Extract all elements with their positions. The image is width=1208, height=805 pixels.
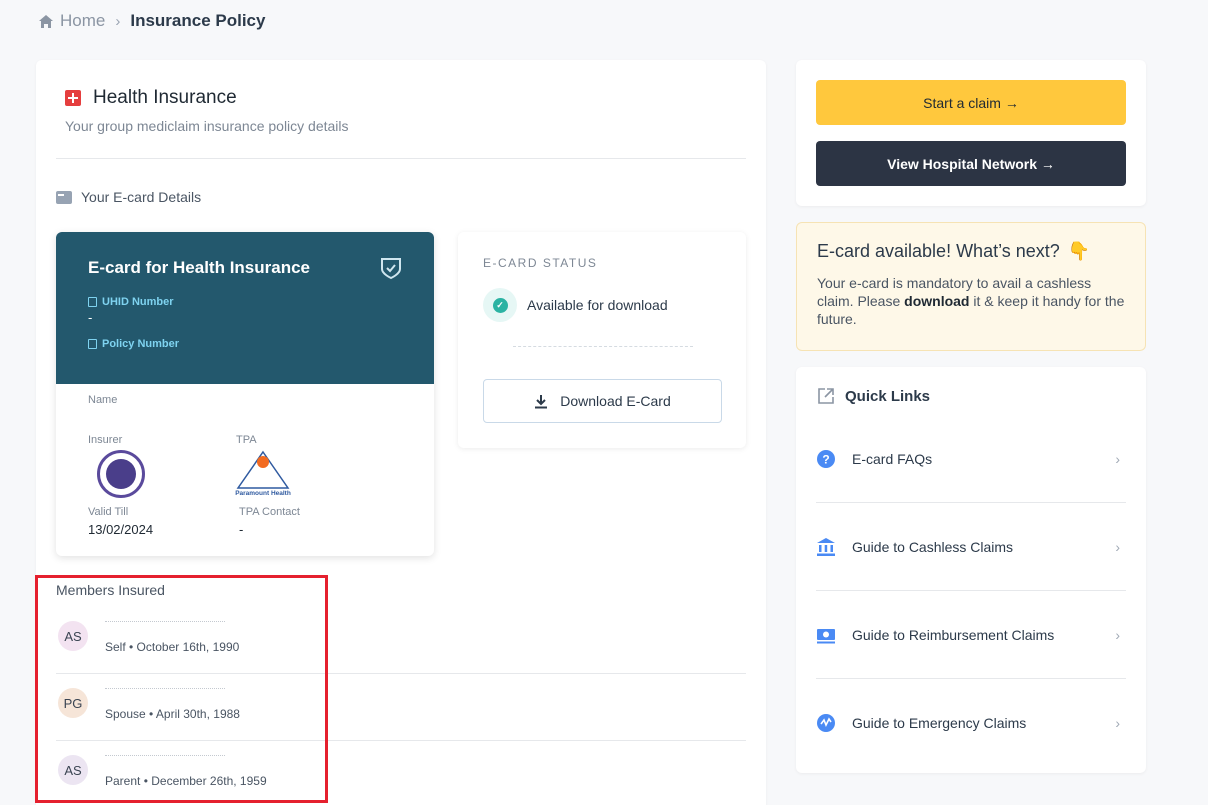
- tpa-label: TPA: [236, 434, 257, 446]
- copy-icon[interactable]: [88, 339, 97, 349]
- quick-link-label: Guide to Cashless Claims: [852, 538, 1014, 555]
- quick-link-label: Guide to Emergency Claims: [852, 715, 1027, 731]
- check-circle-icon: ✓: [483, 288, 517, 322]
- valid-till-label: Valid Till: [88, 506, 129, 518]
- policy-title: Health Insurance: [93, 87, 237, 108]
- status-text: Available for download: [527, 297, 668, 313]
- dashed-divider: [513, 346, 693, 347]
- tpa-contact-value: -: [239, 522, 244, 537]
- chevron-right-icon: ›: [1115, 715, 1120, 731]
- divider: [56, 158, 746, 159]
- svg-text:Paramount Health: Paramount Health: [235, 490, 291, 497]
- quick-link-reimbursement-claims[interactable]: Guide to Reimbursement Claims ›: [816, 591, 1126, 679]
- ecard-header: E-card for Health Insurance UHID Number …: [56, 232, 434, 384]
- chevron-right-icon: ›: [1115, 538, 1120, 555]
- avatar: AS: [58, 621, 88, 651]
- quick-link-emergency-claims[interactable]: Guide to Emergency Claims ›: [816, 679, 1126, 767]
- ecard-body: Name Insurer TPA Paramount Health Valid …: [56, 384, 434, 556]
- member-row[interactable]: PG Spouse • April 30th, 1988: [56, 674, 746, 741]
- cash-icon: [816, 625, 836, 645]
- breadcrumb-current: Insurance Policy: [130, 11, 266, 30]
- external-link-icon: [818, 388, 834, 404]
- breadcrumb-home-link[interactable]: Home: [38, 11, 105, 31]
- tpa-logo: Paramount Health: [235, 450, 291, 497]
- member-name: [105, 688, 225, 690]
- policy-card: Health Insurance Your group mediclaim in…: [36, 60, 766, 805]
- policy-number-value: [88, 352, 402, 366]
- bank-icon: [816, 537, 836, 557]
- policy-number-label-row: Policy Number: [88, 338, 402, 350]
- ecard-status-card: E-CARD STATUS ✓ Available for download D…: [458, 232, 746, 448]
- emergency-icon: [816, 713, 836, 733]
- members-title: Members Insured: [56, 582, 165, 598]
- question-icon: ?: [816, 449, 836, 469]
- actions-card: Start a claim → View Hospital Network →: [796, 60, 1146, 206]
- tpa-contact-label: TPA Contact: [239, 506, 300, 518]
- member-row[interactable]: AS Parent • December 26th, 1959: [56, 741, 746, 805]
- pointing-down-icon: 👇: [1067, 241, 1091, 261]
- download-ecard-button[interactable]: Download E-Card: [483, 379, 722, 423]
- chevron-right-icon: ›: [1115, 626, 1120, 643]
- member-name: [105, 755, 225, 757]
- status-label: E-CARD STATUS: [483, 256, 598, 270]
- member-info: Self • October 16th, 1990: [105, 640, 240, 654]
- shield-check-icon: [381, 258, 401, 280]
- chevron-right-icon: ›: [1115, 450, 1120, 467]
- copy-icon[interactable]: [88, 297, 97, 307]
- member-name: [105, 621, 225, 623]
- quick-link-cashless-claims[interactable]: Guide to Cashless Claims ›: [816, 503, 1126, 591]
- insurer-logo: [97, 450, 145, 498]
- policy-subtitle: Your group mediclaim insurance policy de…: [65, 118, 349, 134]
- insurer-label: Insurer: [88, 434, 123, 446]
- quick-link-label: E-card FAQs: [852, 450, 933, 467]
- medical-cross-icon: [65, 90, 81, 106]
- status-row: ✓ Available for download: [483, 288, 668, 322]
- ecard-info-banner: E-card available! What’s next? 👇 Your e-…: [796, 222, 1146, 351]
- member-row[interactable]: AS Self • October 16th, 1990: [56, 607, 746, 674]
- download-ecard-label: Download E-Card: [560, 393, 671, 409]
- avatar: PG: [58, 688, 88, 718]
- uhid-value: -: [88, 310, 93, 325]
- info-text: Your e-card is mandatory to avail a cash…: [817, 275, 1125, 327]
- quick-link-label: Guide to Reimbursement Claims: [852, 626, 1055, 643]
- quick-links-title: Quick Links: [817, 387, 930, 405]
- policy-header: Health Insurance Your group mediclaim in…: [65, 87, 349, 134]
- home-icon: [39, 14, 53, 28]
- member-info: Spouse • April 30th, 1988: [105, 707, 240, 721]
- uhid-label-row: UHID Number: [88, 296, 402, 308]
- policy-number-label: Policy Number: [102, 338, 180, 350]
- ecard-section-heading: Your E-card Details: [56, 189, 201, 205]
- name-label: Name: [88, 394, 118, 406]
- member-info: Parent • December 26th, 1959: [105, 774, 267, 788]
- breadcrumb: Home › Insurance Policy: [38, 11, 265, 31]
- quick-link-ecard-faqs[interactable]: ? E-card FAQs ›: [816, 415, 1126, 503]
- quick-links-card: Quick Links ? E-card FAQs › Guide to Cas…: [796, 367, 1146, 773]
- download-icon: [535, 394, 548, 408]
- breadcrumb-home-label: Home: [60, 11, 106, 30]
- ecard-title: E-card for Health Insurance: [88, 258, 311, 277]
- start-claim-button[interactable]: Start a claim →: [816, 80, 1126, 125]
- valid-till-value: 13/02/2024: [88, 522, 154, 537]
- svg-text:?: ?: [822, 452, 829, 466]
- avatar: AS: [58, 755, 88, 785]
- info-download-emphasis: download: [904, 293, 970, 309]
- uhid-label: UHID Number: [102, 296, 174, 308]
- ecard: E-card for Health Insurance UHID Number …: [56, 232, 434, 556]
- card-icon: [56, 190, 72, 204]
- view-hospital-network-button[interactable]: View Hospital Network →: [816, 141, 1126, 186]
- info-title: E-card available! What’s next?: [817, 241, 1060, 261]
- ecard-section-label: Your E-card Details: [81, 189, 202, 205]
- chevron-right-icon: ›: [115, 12, 121, 30]
